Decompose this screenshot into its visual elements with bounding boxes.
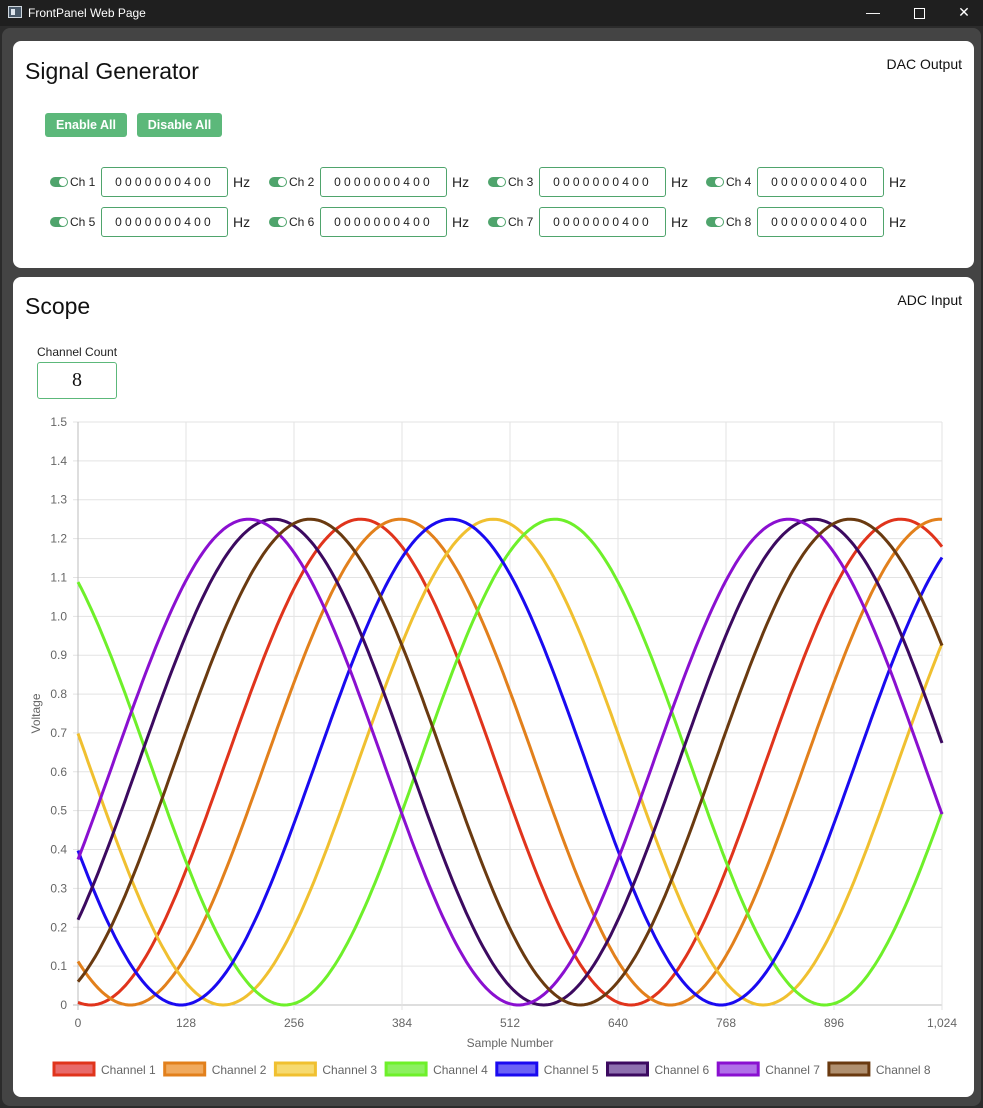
x-tick-label: 384 [392, 1016, 412, 1030]
window-titlebar: FrontPanel Web Page — ✕ [0, 0, 983, 26]
ch3-toggle[interactable] [488, 177, 506, 187]
legend-label-channel-1: Channel 1 [101, 1063, 156, 1077]
ch2-unit: Hz [452, 174, 470, 190]
ch1-toggle[interactable] [50, 177, 68, 187]
ch6-label: Ch 6 [289, 215, 315, 229]
y-tick-label: 0.3 [50, 881, 67, 895]
ch3-unit: Hz [671, 174, 689, 190]
legend-label-channel-7: Channel 7 [765, 1063, 820, 1077]
ch6-toggle[interactable] [269, 217, 287, 227]
y-tick-label: 0.8 [50, 687, 67, 701]
ch4-frequency-input[interactable]: 0000000400 [757, 167, 884, 197]
maximize-icon [913, 7, 925, 19]
ch2-label: Ch 2 [289, 175, 315, 189]
x-tick-label: 1,024 [927, 1016, 957, 1030]
y-tick-label: 1.0 [50, 609, 67, 623]
y-tick-label: 1.5 [50, 415, 67, 429]
maximize-button[interactable] [896, 0, 942, 26]
legend-label-channel-8: Channel 8 [876, 1063, 931, 1077]
y-tick-label: 1.4 [50, 454, 67, 468]
y-tick-label: 1.2 [50, 532, 67, 546]
app-icon [8, 6, 22, 18]
y-tick-label: 0.7 [50, 726, 67, 740]
ch1-unit: Hz [233, 174, 251, 190]
x-axis-label: Sample Number [467, 1036, 554, 1050]
legend-swatch-channel-7 [716, 1061, 760, 1077]
x-tick-label: 768 [716, 1016, 736, 1030]
y-tick-label: 0.9 [50, 648, 67, 662]
ch7-label: Ch 7 [508, 215, 534, 229]
ch7-toggle[interactable] [488, 217, 506, 227]
ch1-frequency-input[interactable]: 0000000400 [101, 167, 228, 197]
legend-label-channel-4: Channel 4 [433, 1063, 488, 1077]
y-tick-label: 0.2 [50, 920, 67, 934]
y-tick-label: 0.5 [50, 804, 67, 818]
y-tick-label: 1.1 [50, 570, 67, 584]
ch5-unit: Hz [233, 214, 251, 230]
y-tick-label: 0.6 [50, 765, 67, 779]
ch5-toggle[interactable] [50, 217, 68, 227]
ch8-frequency-input[interactable]: 0000000400 [757, 207, 884, 237]
ch4-unit: Hz [889, 174, 907, 190]
ch8-label: Ch 8 [726, 215, 752, 229]
y-tick-label: 0 [60, 998, 67, 1012]
legend-swatch-channel-6 [606, 1061, 649, 1077]
x-tick-label: 512 [500, 1016, 520, 1030]
legend-swatch-channel-3 [273, 1061, 317, 1077]
scope-panel: Scope ADC Input Channel Count 8 0 0.1 0.2 0… [13, 277, 974, 1097]
window-title: FrontPanel Web Page [28, 6, 146, 20]
x-tick-label: 0 [75, 1016, 82, 1030]
ch4-label: Ch 4 [726, 175, 752, 189]
ch5-label: Ch 5 [70, 215, 96, 229]
ch1-label: Ch 1 [70, 175, 96, 189]
legend-swatch-channel-2 [163, 1061, 207, 1077]
y-axis-label: Voltage [29, 693, 43, 733]
legend-label-channel-2: Channel 2 [212, 1063, 267, 1077]
legend-swatch-channel-1 [52, 1061, 96, 1077]
y-tick-label: 1.3 [50, 493, 67, 507]
disable-all-button[interactable]: Disable All [137, 113, 222, 137]
ch2-toggle[interactable] [269, 177, 287, 187]
ch3-frequency-input[interactable]: 0000000400 [539, 167, 666, 197]
enable-all-button[interactable]: Enable All [45, 113, 127, 137]
minimize-button[interactable]: — [850, 0, 896, 26]
legend-label-channel-6: Channel 6 [655, 1063, 710, 1077]
y-tick-label: 0.1 [50, 959, 67, 973]
ch6-unit: Hz [452, 214, 470, 230]
voltage-chart: 0 0.1 0.2 0.3 0.4 0.5 0.6 0.7 0.8 0.9 1.0 1.1 1.2 1.3… [29, 415, 957, 1077]
legend-label-channel-5: Channel 5 [544, 1063, 599, 1077]
y-tick-label: 0.4 [50, 843, 67, 857]
x-tick-label: 896 [824, 1016, 844, 1030]
close-button[interactable]: ✕ [941, 0, 983, 26]
ch5-frequency-input[interactable]: 0000000400 [101, 207, 228, 237]
x-tick-label: 128 [176, 1016, 196, 1030]
x-tick-label: 640 [608, 1016, 628, 1030]
legend-label-channel-3: Channel 3 [322, 1063, 377, 1077]
ch4-toggle[interactable] [706, 177, 724, 187]
legend-swatch-channel-4 [384, 1061, 428, 1077]
ch2-frequency-input[interactable]: 0000000400 [320, 167, 447, 197]
ch8-toggle[interactable] [706, 217, 724, 227]
legend-swatch-channel-8 [827, 1061, 871, 1077]
legend-swatch-channel-5 [495, 1061, 539, 1077]
ch7-unit: Hz [671, 214, 689, 230]
dac-output-tag: DAC Output [886, 56, 962, 72]
signal-generator-panel: Signal Generator DAC Output Enable All D… [13, 41, 974, 268]
ch7-frequency-input[interactable]: 0000000400 [539, 207, 666, 237]
ch8-unit: Hz [889, 214, 907, 230]
ch3-label: Ch 3 [508, 175, 534, 189]
ch6-frequency-input[interactable]: 0000000400 [320, 207, 447, 237]
x-tick-label: 256 [284, 1016, 304, 1030]
signal-generator-title: Signal Generator [25, 58, 199, 84]
